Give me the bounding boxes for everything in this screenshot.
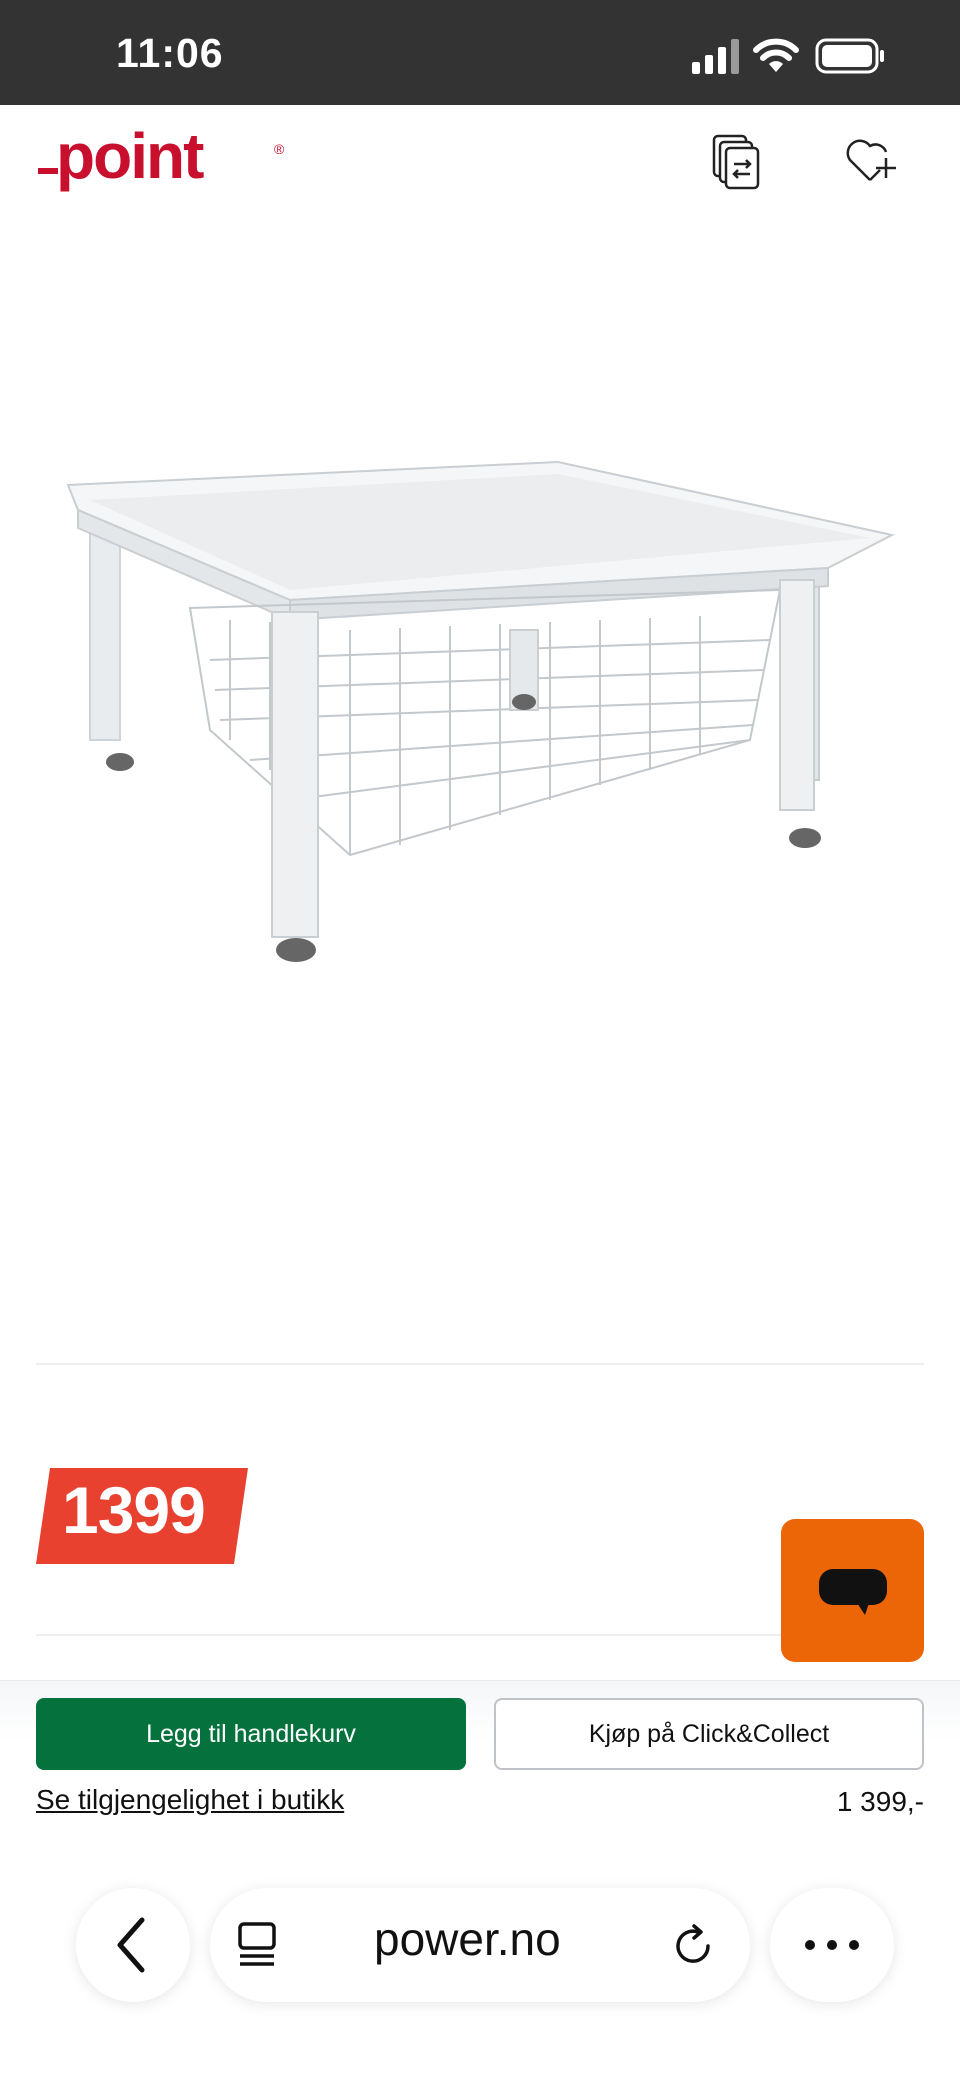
store-availability-link[interactable]: Se tilgjengelighet i butikk (36, 1784, 344, 1816)
chevron-left-icon (117, 1917, 145, 1973)
point-logo[interactable]: point ® (38, 124, 298, 204)
status-time: 11:06 (116, 30, 224, 76)
add-to-cart-button[interactable]: Legg til handlekurv (36, 1698, 466, 1770)
reload-icon[interactable] (668, 1920, 718, 1970)
more-button[interactable] (770, 1888, 894, 2002)
bottom-price: 1 399,- (836, 1786, 924, 1817)
battery-icon (815, 38, 884, 74)
compare-icon[interactable] (706, 130, 766, 190)
status-bar: 11:06 (0, 0, 960, 105)
wishlist-add-icon[interactable] (840, 130, 900, 190)
tab-overview-icon (238, 1922, 276, 1966)
chat-button[interactable] (781, 1519, 924, 1662)
url-text[interactable]: power.no (374, 1912, 561, 1966)
more-dots-icon (805, 1940, 859, 1950)
back-button[interactable] (76, 1888, 190, 2002)
divider (36, 1363, 924, 1365)
wifi-icon (753, 38, 799, 72)
logo-registered-mark: ® (274, 141, 285, 157)
chat-bubble-icon (819, 1569, 887, 1615)
cellular-signal-icon (692, 39, 739, 74)
click-collect-button[interactable]: Kjøp på Click&Collect (494, 1698, 924, 1770)
product-price: 1399 (62, 1473, 206, 1547)
product-image[interactable] (50, 440, 900, 980)
logo-text: point (56, 124, 204, 192)
